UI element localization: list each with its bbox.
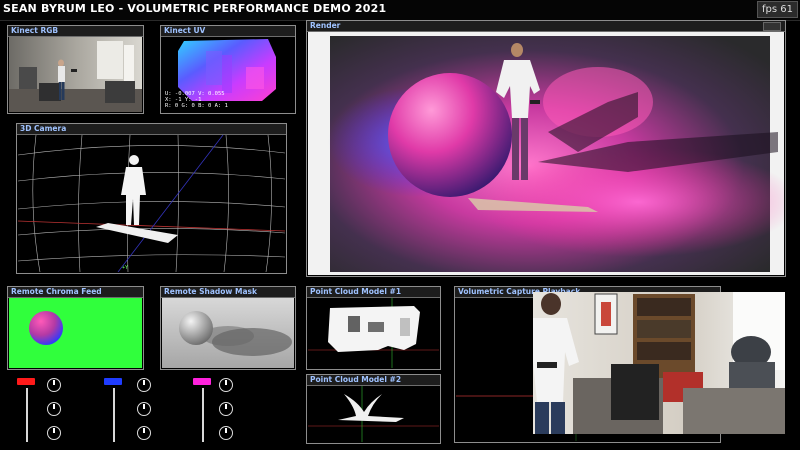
blue-light-swatch[interactable] <box>104 378 122 385</box>
panel-header: Remote Chroma Feed <box>8 287 143 298</box>
shadow-mask-image <box>162 298 294 368</box>
blue-knob-1[interactable] <box>137 378 151 392</box>
red-knob-3[interactable] <box>47 426 61 440</box>
camera-3d-viewport[interactable]: +Y <box>18 135 285 272</box>
chroma-sphere <box>29 311 63 345</box>
panel-title: Kinect RGB <box>11 26 59 35</box>
blue-knob-2[interactable] <box>137 402 151 416</box>
remote-chroma-view <box>9 298 142 368</box>
camera-3d-panel: 3D Camera +Y <box>16 123 287 274</box>
point-cloud-2-panel: Point Cloud Model #2 <box>306 374 441 444</box>
kinect-rgb-image <box>9 37 142 112</box>
kinect-uv-view: U: -0.007 V: 0.055 X: -1 Y: -1 R: 0 G: 0… <box>162 37 294 112</box>
pink-light-slider[interactable] <box>202 388 204 442</box>
panel-header: Point Cloud Model #1 <box>307 287 440 298</box>
blue-knob-3[interactable] <box>137 426 151 440</box>
fps-counter: fps 61 <box>757 1 798 18</box>
panel-header: Remote Shadow Mask <box>161 287 295 298</box>
remote-shadow-view <box>162 298 294 368</box>
pink-knob-2[interactable] <box>219 402 233 416</box>
panel-header: Kinect UV <box>161 26 295 37</box>
render-scene <box>308 32 784 275</box>
render-panel: Render <box>306 20 786 277</box>
pink-knob-3[interactable] <box>219 426 233 440</box>
panel-title: Point Cloud Model #2 <box>310 375 402 384</box>
uv-readout-line: R: 0 G: 0 B: 0 A: 1 <box>165 103 228 109</box>
presenter-webcam <box>533 292 785 434</box>
point-cloud-2-image <box>308 386 439 442</box>
kinect-rgb-view <box>9 37 142 112</box>
point-cloud-1-image <box>308 298 439 368</box>
blue-light-slider[interactable] <box>113 388 115 442</box>
panel-header: Kinect RGB <box>8 26 143 37</box>
point-cloud-2-viewport[interactable] <box>308 386 439 442</box>
panel-title: Remote Chroma Feed <box>11 287 102 296</box>
pink-light-swatch[interactable] <box>193 378 211 385</box>
kinect-rgb-panel: Kinect RGB <box>7 25 144 114</box>
render-viewport[interactable] <box>308 32 784 275</box>
panel-title: 3D Camera <box>20 124 67 133</box>
wireframe-grid: +Y <box>18 135 285 272</box>
panel-header: Point Cloud Model #2 <box>307 375 440 386</box>
remote-chroma-panel: Remote Chroma Feed <box>7 286 144 370</box>
panel-title: Remote Shadow Mask <box>164 287 257 296</box>
kinect-uv-panel: Kinect UV U: -0.007 V: 0.055 X: -1 Y: -1… <box>160 25 296 114</box>
red-knob-2[interactable] <box>47 402 61 416</box>
pink-knob-1[interactable] <box>219 378 233 392</box>
remote-shadow-panel: Remote Shadow Mask <box>160 286 296 370</box>
panel-header: Render <box>307 21 785 32</box>
panel-header: 3D Camera <box>17 124 286 135</box>
red-light-slider[interactable] <box>26 388 28 442</box>
presenter-webcam-image <box>533 292 785 434</box>
app-title: SEAN BYRUM LEO - VOLUMETRIC PERFORMANCE … <box>3 2 387 15</box>
red-light-swatch[interactable] <box>17 378 35 385</box>
point-cloud-1-panel: Point Cloud Model #1 <box>306 286 441 370</box>
light-controls <box>0 372 300 450</box>
panel-title: Kinect UV <box>164 26 206 35</box>
render-options-button[interactable] <box>763 22 781 31</box>
panel-title: Point Cloud Model #1 <box>310 287 402 296</box>
svg-text:+Y: +Y <box>122 265 128 271</box>
point-cloud-1-viewport[interactable] <box>308 298 439 368</box>
title-bar: SEAN BYRUM LEO - VOLUMETRIC PERFORMANCE … <box>0 0 800 21</box>
panel-title: Render <box>310 21 341 30</box>
red-knob-1[interactable] <box>47 378 61 392</box>
